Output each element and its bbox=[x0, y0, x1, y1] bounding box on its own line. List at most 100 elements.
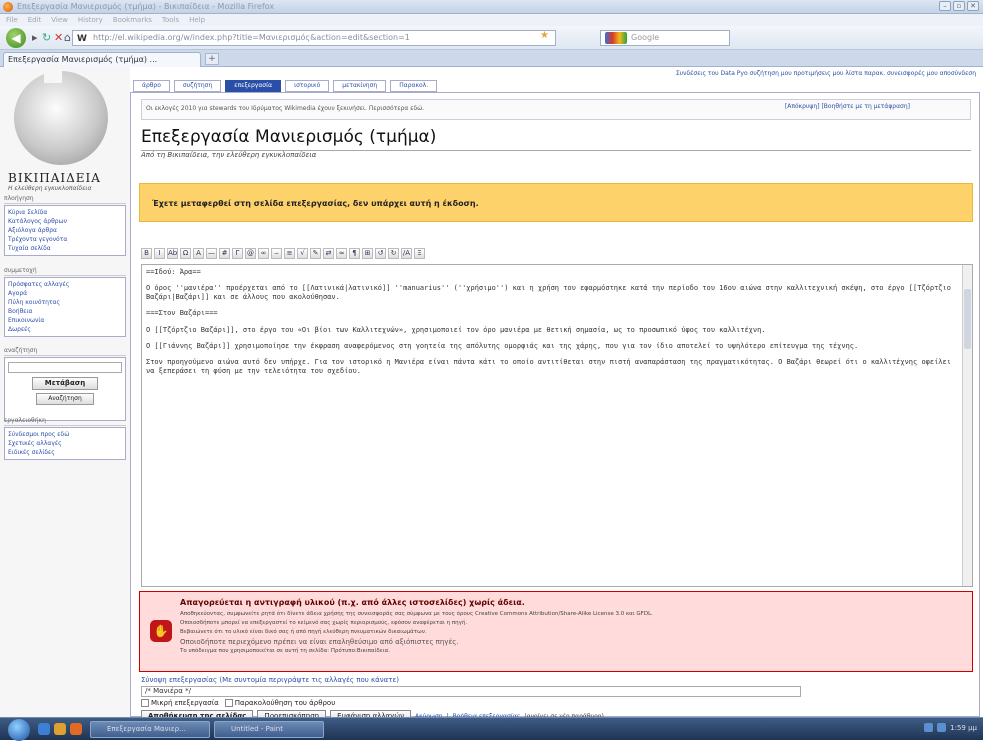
watch-checkbox[interactable] bbox=[224, 699, 233, 707]
content-tab[interactable]: άρθρο bbox=[133, 80, 170, 92]
portal-heading: συμμετοχή bbox=[4, 267, 126, 276]
reload-icon[interactable]: ↻ bbox=[42, 31, 51, 44]
home-icon[interactable]: ⌂ bbox=[64, 31, 71, 44]
go-button[interactable]: Μετάβαση bbox=[32, 377, 98, 390]
start-orb-icon[interactable] bbox=[8, 719, 30, 741]
sidebar-link[interactable]: Δωρεές bbox=[8, 325, 122, 334]
forward-arrow-icon[interactable]: ▸ bbox=[32, 31, 38, 44]
wikipedia-favicon: W bbox=[77, 34, 87, 44]
summary-label[interactable]: Σύνοψη επεξεργασίας (Με συντομία περιγρά… bbox=[141, 676, 399, 684]
sidebar-link[interactable]: Κατάλογος άρθρων bbox=[8, 217, 122, 226]
sidebar-link[interactable]: Σύνδεσμοι προς εδώ bbox=[8, 430, 122, 439]
edit-text-paragraph: ===Στον Βαζάρι=== bbox=[146, 309, 218, 318]
toolbar-button-icon[interactable]: Ω bbox=[180, 248, 191, 259]
taskbar-item-paint[interactable]: Untitled - Paint bbox=[214, 721, 324, 738]
clock: 1:59 μμ bbox=[950, 723, 977, 732]
network-icon[interactable] bbox=[924, 723, 934, 732]
toolbar-button-icon[interactable]: # bbox=[219, 248, 230, 259]
textarea-scrollbar[interactable] bbox=[962, 265, 972, 586]
toolbar-button-icon[interactable]: ↺ bbox=[375, 248, 386, 259]
content-tab[interactable]: Παρακολ. bbox=[390, 80, 438, 92]
site-notice-links[interactable]: [Απόκρυψη] [Βοηθήστε με τη μετάφραση] bbox=[785, 103, 910, 110]
sidebar-link[interactable]: Ειδικές σελίδες bbox=[8, 448, 122, 457]
menu-item[interactable]: History bbox=[78, 14, 103, 26]
taskbar-item-firefox[interactable]: Επεξεργασία Μανιερ... bbox=[90, 721, 210, 738]
edit-text-paragraph: ==Ιδού: Άρα== bbox=[146, 268, 201, 276]
toolbar-button-icon[interactable]: ¶ bbox=[349, 248, 360, 259]
toolbar-button-icon[interactable]: Ab bbox=[167, 248, 178, 259]
tab-title: Επεξεργασία Μανιερισμός (τμήμα) ... bbox=[8, 55, 158, 64]
toolbar-button-icon[interactable]: /A bbox=[401, 248, 412, 259]
bookmark-star-icon[interactable]: ★ bbox=[540, 30, 549, 41]
explorer-icon[interactable] bbox=[54, 723, 66, 735]
toolbar-button-icon[interactable]: √ bbox=[297, 248, 308, 259]
menu-item[interactable]: File bbox=[6, 14, 18, 26]
sidebar-link[interactable]: Αξιόλογα άρθρα bbox=[8, 226, 122, 235]
menu-item[interactable]: View bbox=[51, 14, 68, 26]
menu-item[interactable]: Tools bbox=[162, 14, 179, 26]
search-button[interactable]: Αναζήτηση bbox=[36, 393, 94, 405]
copyright-line: Βεβαιώνετε ότι το υλικό είναι δικό σας ή… bbox=[180, 629, 427, 635]
close-button[interactable]: ✕ bbox=[967, 1, 979, 11]
search-input[interactable]: Google bbox=[600, 30, 730, 46]
sidebar-link[interactable]: Βοήθεια bbox=[8, 307, 122, 316]
menu-item[interactable]: Help bbox=[189, 14, 205, 26]
toolbar-button-icon[interactable]: — bbox=[206, 248, 217, 259]
wiki-search-input[interactable] bbox=[8, 362, 122, 373]
toolbar-button-icon[interactable]: @ bbox=[245, 248, 256, 259]
toolbar-button-icon[interactable]: ≈ bbox=[336, 248, 347, 259]
copyright-line: Οποιοδήποτε περιεχόμενο πρέπει να είναι … bbox=[180, 638, 459, 646]
watch-label: Παρακολούθηση του άρθρου bbox=[234, 699, 336, 707]
url-bar[interactable]: W http://el.wikipedia.org/w/index.php?ti… bbox=[72, 30, 556, 46]
content-tab[interactable]: μετακίνηση bbox=[333, 80, 387, 92]
menu-item[interactable]: Edit bbox=[28, 14, 42, 26]
sidebar-link[interactable]: Αγορά bbox=[8, 289, 122, 298]
new-tab-button[interactable]: + bbox=[205, 53, 219, 65]
sidebar-link[interactable]: Τυχαία σελίδα bbox=[8, 244, 122, 253]
toolbar-button-icon[interactable]: ⊞ bbox=[362, 248, 373, 259]
participation-portal: συμμετοχή Πρόσφατες αλλαγές Αγορά Πύλη κοι… bbox=[4, 267, 126, 337]
google-icon bbox=[605, 32, 627, 44]
toolbar-button-icon[interactable]: ≡ bbox=[284, 248, 295, 259]
toolbar-button-icon[interactable]: A bbox=[193, 248, 204, 259]
toolbar-button-icon[interactable]: Ξ bbox=[414, 248, 425, 259]
page-title: Επεξεργασία Μανιερισμός (τμήμα) bbox=[141, 127, 971, 151]
volume-icon[interactable] bbox=[937, 723, 947, 732]
maximize-button[interactable]: ▫ bbox=[953, 1, 965, 11]
site-notice-text[interactable]: Οι εκλογές 2010 για stewards του Ιδρύματ… bbox=[146, 105, 424, 112]
minimize-button[interactable]: – bbox=[939, 1, 951, 11]
sidebar-link[interactable]: Σχετικές αλλαγές bbox=[8, 439, 122, 448]
scrollbar-thumb[interactable] bbox=[964, 289, 971, 349]
stop-icon[interactable]: ✕ bbox=[54, 31, 63, 44]
sidebar-link[interactable]: Κύρια Σελίδα bbox=[8, 208, 122, 217]
menu-bar: File Edit View History Bookmarks Tools Help bbox=[0, 14, 983, 26]
toolbar-button-icon[interactable]: Γ bbox=[232, 248, 243, 259]
toolbar-button-icon[interactable]: I bbox=[154, 248, 165, 259]
personal-links[interactable]: Συνδέσεις του Data Pyo συζήτηση μου προτ… bbox=[446, 70, 976, 77]
toolbar-button-icon[interactable]: ∞ bbox=[258, 248, 269, 259]
url-text: http://el.wikipedia.org/w/index.php?titl… bbox=[93, 33, 410, 42]
toolbar-button-icon[interactable]: ↻ bbox=[388, 248, 399, 259]
sidebar-link[interactable]: Τρέχοντα γεγονότα bbox=[8, 235, 122, 244]
ie-icon[interactable] bbox=[38, 723, 50, 735]
browser-tab[interactable]: Επεξεργασία Μανιερισμός (τμήμα) ... bbox=[3, 52, 201, 67]
toolbar-button-icon[interactable]: ⎯ bbox=[271, 248, 282, 259]
sidebar-link[interactable]: Επικοινωνία bbox=[8, 316, 122, 325]
content-tab[interactable]: συζήτηση bbox=[173, 80, 222, 92]
summary-input[interactable]: /* Μανιέρα */ bbox=[141, 686, 801, 697]
menu-item[interactable]: Bookmarks bbox=[113, 14, 152, 26]
toolbar-button-icon[interactable]: B bbox=[141, 248, 152, 259]
content-tab[interactable]: ιστορικό bbox=[285, 80, 330, 92]
back-arrow-icon[interactable]: ◀ bbox=[6, 28, 26, 48]
wikipedia-globe-logo[interactable] bbox=[14, 65, 108, 165]
firefox-taskbar-icon[interactable] bbox=[70, 723, 82, 735]
minor-edit-checkbox[interactable] bbox=[141, 699, 149, 707]
content-tab[interactable]: επεξεργασία bbox=[225, 80, 282, 92]
firefox-icon bbox=[3, 2, 13, 12]
toolbar-button-icon[interactable]: ✎ bbox=[310, 248, 321, 259]
site-notice: Οι εκλογές 2010 για stewards του Ιδρύματ… bbox=[141, 99, 971, 120]
sidebar-link[interactable]: Πύλη κοινότητας bbox=[8, 298, 122, 307]
edit-textarea[interactable]: ==Ιδού: Άρα== Ο όρος ''μανιέρα'' προέρχετ… bbox=[141, 264, 973, 587]
toolbar-button-icon[interactable]: ⇄ bbox=[323, 248, 334, 259]
sidebar-link[interactable]: Πρόσφατες αλλαγές bbox=[8, 280, 122, 289]
